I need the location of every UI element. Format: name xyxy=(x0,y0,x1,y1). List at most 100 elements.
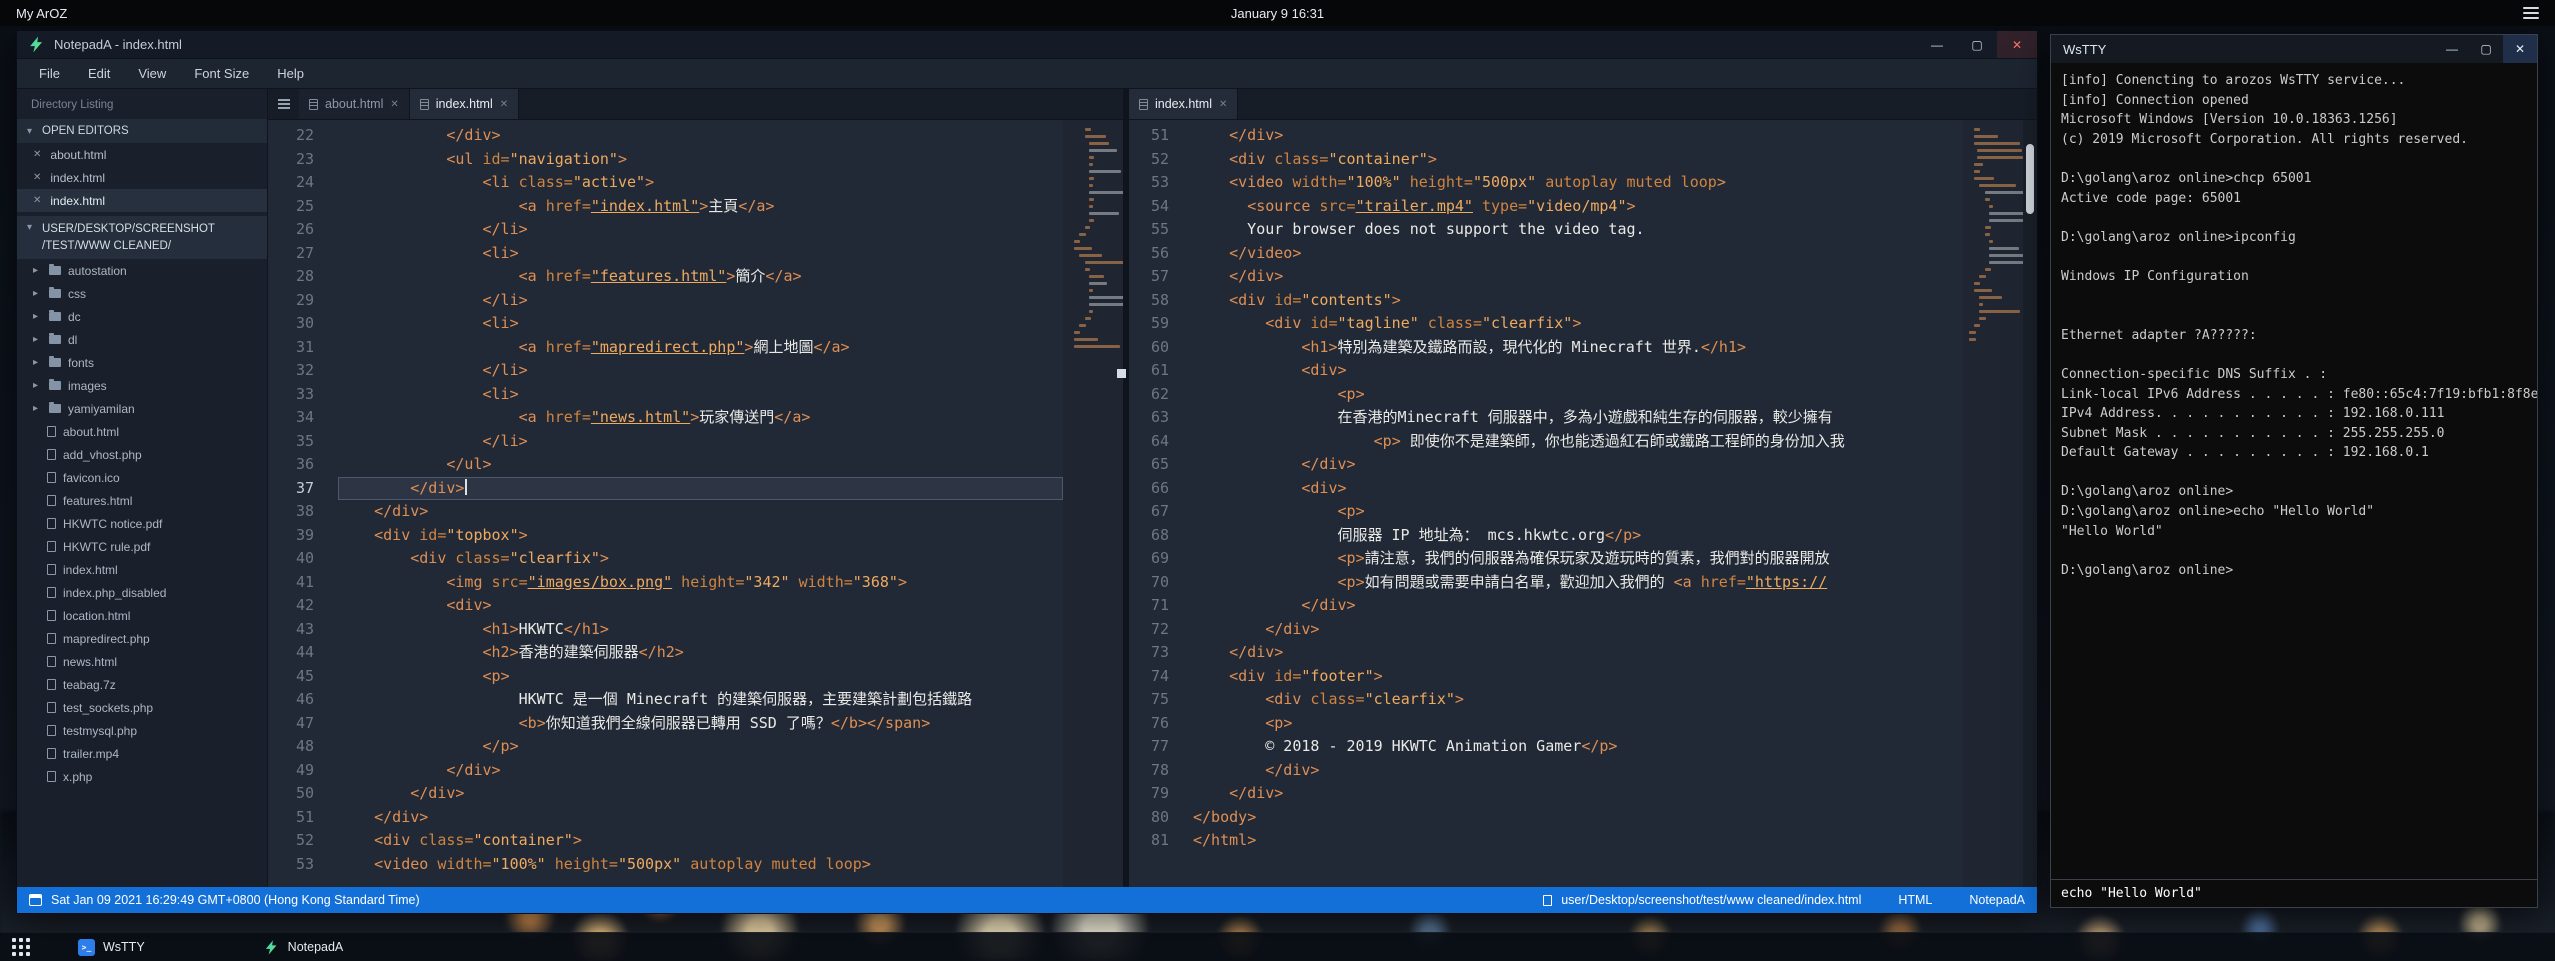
code-line[interactable]: 伺服器 IP 地址為： mcs.hkwtc.org</p> xyxy=(1193,524,1963,548)
gutter-line-number[interactable]: 38 xyxy=(268,500,330,524)
tab-close-icon[interactable]: ✕ xyxy=(500,99,508,110)
code-line[interactable]: </p> xyxy=(338,735,1063,759)
code-line[interactable]: <div> xyxy=(1193,359,1963,383)
gutter-line-number[interactable]: 35 xyxy=(268,430,330,454)
tree-file-row[interactable]: HKWTC notice.pdf xyxy=(17,512,267,535)
menu-item-font-size[interactable]: Font Size xyxy=(180,59,263,89)
code-line[interactable]: </div> xyxy=(1193,124,1963,148)
chevron-right-icon[interactable]: ▸ xyxy=(33,265,42,276)
maximize-button[interactable]: ▢ xyxy=(2469,35,2503,63)
code-line[interactable]: <h1>特別為建築及鐵路而設，現代化的 Minecraft 世界.</h1> xyxy=(1193,336,1963,360)
chevron-right-icon[interactable]: ▸ xyxy=(33,334,42,345)
gutter-line-number[interactable]: 28 xyxy=(268,265,330,289)
gutter-line-number[interactable]: 81 xyxy=(1129,829,1185,853)
code-line[interactable]: </video> xyxy=(1193,242,1963,266)
wstty-titlebar[interactable]: WsTTY — ▢ ✕ xyxy=(2051,35,2537,63)
gutter-line-number[interactable]: 43 xyxy=(268,618,330,642)
code-line[interactable]: <div id="tagline" class="clearfix"> xyxy=(1193,312,1963,336)
code-line[interactable]: </ul> xyxy=(338,453,1063,477)
gutter-line-number[interactable]: 42 xyxy=(268,594,330,618)
gutter-line-number[interactable]: 78 xyxy=(1129,759,1185,783)
gutter-line-number[interactable]: 76 xyxy=(1129,712,1185,736)
tree-file-row[interactable]: HKWTC rule.pdf xyxy=(17,535,267,558)
code-line[interactable]: <li> xyxy=(338,242,1063,266)
gutter-line-number[interactable]: 47 xyxy=(268,712,330,736)
code-line[interactable]: </div> xyxy=(338,477,1063,501)
notepad-titlebar[interactable]: NotepadA - index.html — ▢ ✕ xyxy=(17,31,2037,59)
code-line[interactable]: <p> 即使你不是建築師，你也能透過紅石師或鐵路工程師的身份加入我 xyxy=(1193,430,1963,454)
tree-file-row[interactable]: mapredirect.php xyxy=(17,627,267,650)
gutter-line-number[interactable]: 49 xyxy=(268,759,330,783)
tree-folder-row[interactable]: ▸css xyxy=(17,282,267,305)
chevron-right-icon[interactable]: ▸ xyxy=(33,311,42,322)
code-line[interactable]: <ul id="navigation"> xyxy=(338,148,1063,172)
code-line[interactable]: <p> xyxy=(1193,712,1963,736)
gutter-line-number[interactable]: 51 xyxy=(1129,124,1185,148)
code-line[interactable]: <a href="news.html">玩家傳送門</a> xyxy=(338,406,1063,430)
code-line[interactable]: <source src="trailer.mp4" type="video/mp… xyxy=(1193,195,1963,219)
code-left[interactable]: </div> <ul id="navigation"> <li class="a… xyxy=(330,120,1063,887)
code-line[interactable]: </li> xyxy=(338,289,1063,313)
code-line[interactable]: <div class="container"> xyxy=(1193,148,1963,172)
gutter-line-number[interactable]: 25 xyxy=(268,195,330,219)
chevron-right-icon[interactable]: ▸ xyxy=(33,380,42,391)
gutter-line-number[interactable]: 59 xyxy=(1129,312,1185,336)
scrollbar-thumb[interactable] xyxy=(2026,144,2034,214)
gutter-line-number[interactable]: 62 xyxy=(1129,383,1185,407)
gutter-line-number[interactable]: 53 xyxy=(1129,171,1185,195)
status-language[interactable]: HTML xyxy=(1898,893,1932,907)
gutter-line-number[interactable]: 23 xyxy=(268,148,330,172)
gutter-line-number[interactable]: 69 xyxy=(1129,547,1185,571)
gutter-line-number[interactable]: 41 xyxy=(268,571,330,595)
tree-file-row[interactable]: news.html xyxy=(17,650,267,673)
code-line[interactable]: </body> xyxy=(1193,806,1963,830)
tree-root-row[interactable]: ▾ USER/DESKTOP/SCREENSHOT /TEST/WWW CLEA… xyxy=(17,216,267,259)
code-line[interactable]: </div> xyxy=(1193,453,1963,477)
minimize-button[interactable]: — xyxy=(1917,31,1957,58)
code-line[interactable]: </div> xyxy=(1193,618,1963,642)
gutter-line-number[interactable]: 30 xyxy=(268,312,330,336)
code-line[interactable]: <h1>HKWTC</h1> xyxy=(338,618,1063,642)
tree-file-row[interactable]: features.html xyxy=(17,489,267,512)
gutter-line-number[interactable]: 29 xyxy=(268,289,330,313)
gutter-line-number[interactable]: 52 xyxy=(1129,148,1185,172)
gutter-line-number[interactable]: 70 xyxy=(1129,571,1185,595)
gutter-line-number[interactable]: 79 xyxy=(1129,782,1185,806)
terminal-input[interactable]: echo "Hello World" xyxy=(2051,879,2537,907)
code-line[interactable]: <li class="active"> xyxy=(338,171,1063,195)
maximize-button[interactable]: ▢ xyxy=(1957,31,1997,58)
code-line[interactable]: </li> xyxy=(338,430,1063,454)
gutter-line-number[interactable]: 46 xyxy=(268,688,330,712)
code-line[interactable]: </li> xyxy=(338,359,1063,383)
open-editors-header[interactable]: ▾ OPEN EDITORS xyxy=(17,119,267,143)
code-line[interactable]: </div> xyxy=(1193,759,1963,783)
tab-close-icon[interactable]: ✕ xyxy=(1219,99,1227,110)
minimize-button[interactable]: — xyxy=(2435,35,2469,63)
gutter-line-number[interactable]: 75 xyxy=(1129,688,1185,712)
tab-close-icon[interactable]: ✕ xyxy=(390,99,398,110)
tree-folder-row[interactable]: ▸autostation xyxy=(17,259,267,282)
gutter-line-number[interactable]: 26 xyxy=(268,218,330,242)
code-line[interactable]: </div> xyxy=(338,500,1063,524)
code-line[interactable]: <div class="container"> xyxy=(338,829,1063,853)
code-line[interactable]: <li> xyxy=(338,383,1063,407)
menu-item-edit[interactable]: Edit xyxy=(74,59,124,89)
tree-folder-row[interactable]: ▸dl xyxy=(17,328,267,351)
taskbar-item-notepada[interactable]: NotepadA xyxy=(263,939,344,956)
code-line[interactable]: </div> xyxy=(1193,594,1963,618)
code-line[interactable]: <h2>香港的建築伺服器</h2> xyxy=(338,641,1063,665)
minimap-left[interactable] xyxy=(1063,120,1123,887)
code-line[interactable]: HKWTC 是一個 Minecraft 的建築伺服器，主要建築計劃包括鐵路 xyxy=(338,688,1063,712)
gutter-line-number[interactable]: 77 xyxy=(1129,735,1185,759)
gutter-line-number[interactable]: 34 xyxy=(268,406,330,430)
gutter-line-number[interactable]: 68 xyxy=(1129,524,1185,548)
code-line[interactable]: <div class="clearfix"> xyxy=(1193,688,1963,712)
code-line[interactable]: 在香港的Minecraft 伺服器中，多為小遊戲和純生存的伺服器，較少擁有 xyxy=(1193,406,1963,430)
gutter-line-number[interactable]: 27 xyxy=(268,242,330,266)
code-line[interactable]: <a href="features.html">簡介</a> xyxy=(338,265,1063,289)
close-icon[interactable]: ✕ xyxy=(33,195,41,206)
gutter-line-number[interactable]: 72 xyxy=(1129,618,1185,642)
tree-file-row[interactable]: teabag.7z xyxy=(17,673,267,696)
gutter-line-number[interactable]: 71 xyxy=(1129,594,1185,618)
code-line[interactable]: <div class="clearfix"> xyxy=(338,547,1063,571)
